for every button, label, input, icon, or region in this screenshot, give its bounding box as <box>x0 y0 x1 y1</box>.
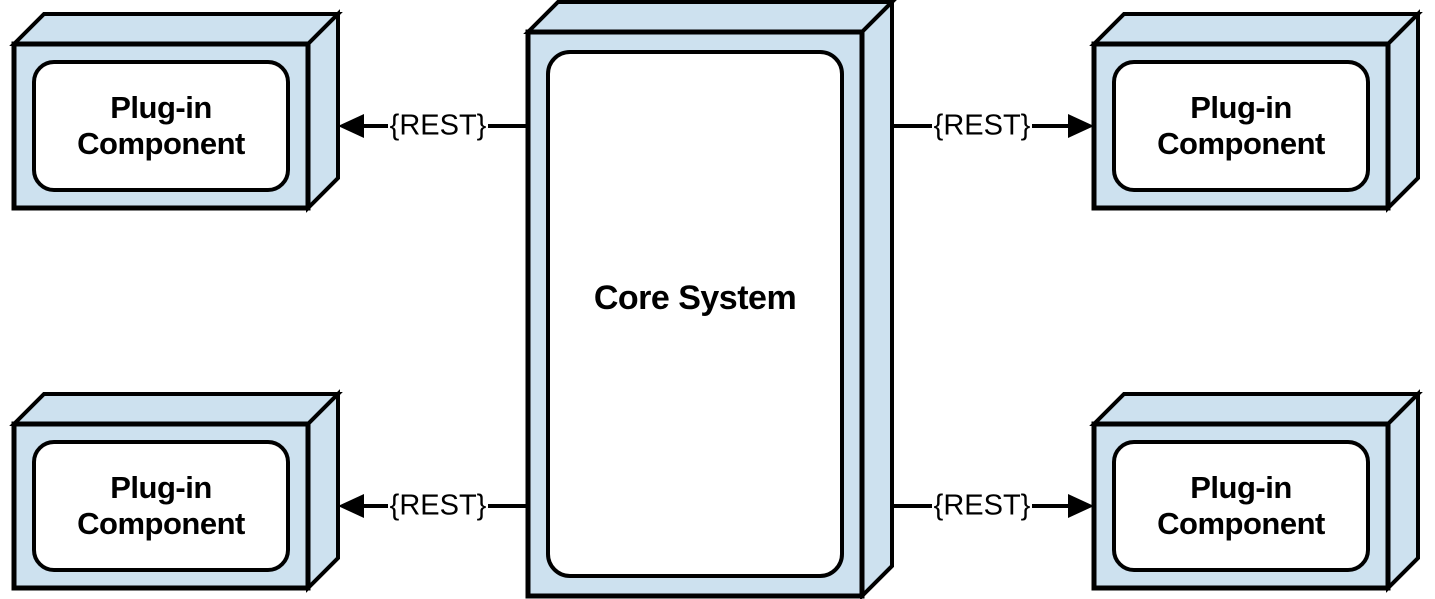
core-system-box: Core System <box>528 2 892 596</box>
connector-top-right: {REST} <box>892 110 1094 142</box>
core-system-label: Core System <box>594 279 796 317</box>
connector-tr-label: {REST} <box>934 110 1031 142</box>
plugin-tr-line2: Component <box>1157 126 1325 161</box>
plugin-br-line1: Plug-in <box>1190 470 1292 505</box>
plugin-tl-line1: Plug-in <box>110 90 212 125</box>
connector-br-label: {REST} <box>934 490 1031 522</box>
plugin-top-right: Plug-in Component <box>1094 14 1418 208</box>
plugin-bl-line2: Component <box>77 506 245 541</box>
connector-bottom-right: {REST} <box>892 490 1094 522</box>
plugin-tl-line2: Component <box>77 126 245 161</box>
connector-top-left: {REST} <box>338 110 528 142</box>
plugin-tr-line1: Plug-in <box>1190 90 1292 125</box>
plugin-bottom-left: Plug-in Component <box>14 394 338 588</box>
architecture-diagram: Core System Plug-in Component Plug-in Co… <box>0 0 1435 599</box>
connector-tl-label: {REST} <box>390 110 487 142</box>
connector-bottom-left: {REST} <box>338 490 528 522</box>
plugin-br-line2: Component <box>1157 506 1325 541</box>
connector-bl-label: {REST} <box>390 490 487 522</box>
plugin-bl-line1: Plug-in <box>110 470 212 505</box>
plugin-top-left: Plug-in Component <box>14 14 338 208</box>
plugin-bottom-right: Plug-in Component <box>1094 394 1418 588</box>
